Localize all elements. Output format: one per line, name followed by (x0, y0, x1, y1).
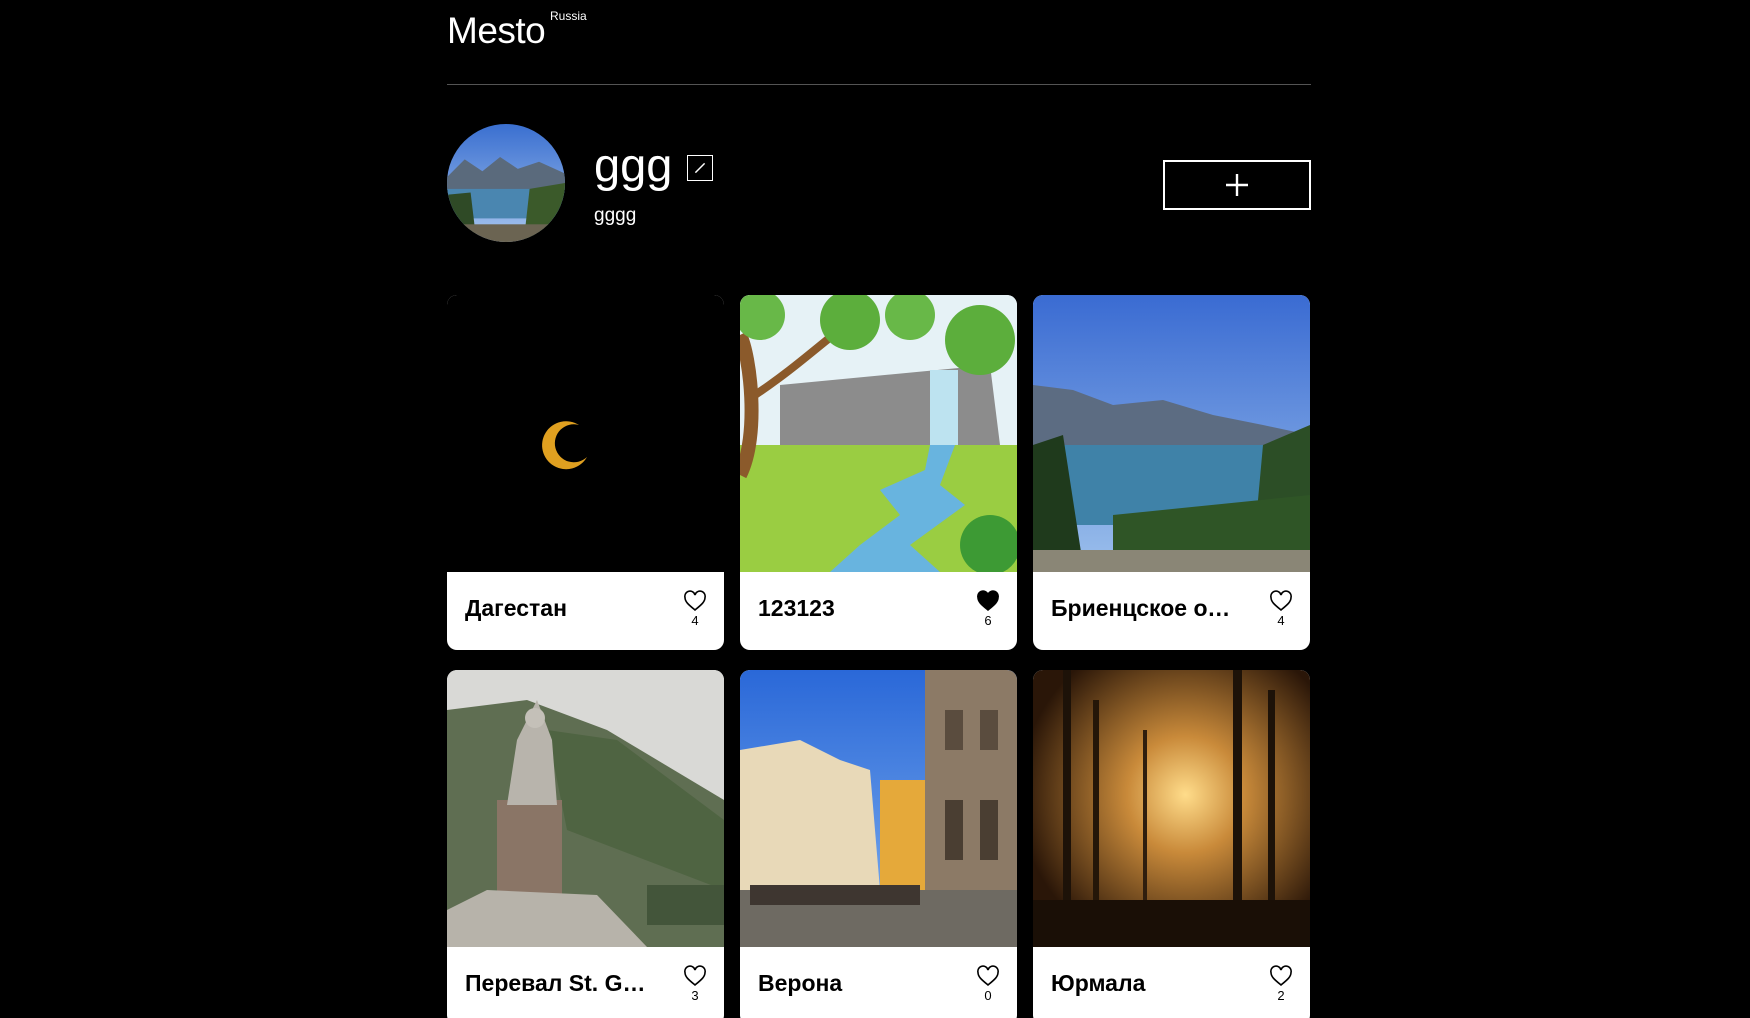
heart-outline-icon (1270, 590, 1292, 612)
like-button[interactable] (1269, 965, 1293, 987)
card: Перевал St. Gotthard 3 (447, 670, 724, 1018)
card: Бриенцское озеро 4 (1033, 295, 1310, 650)
card-image[interactable] (740, 295, 1017, 572)
like-group: 3 (682, 965, 708, 1003)
like-button[interactable] (683, 965, 707, 987)
like-button[interactable] (683, 590, 707, 612)
card-image[interactable] (1033, 295, 1310, 572)
like-button[interactable] (1269, 590, 1293, 612)
card-image[interactable] (740, 670, 1017, 947)
card: Юрмала 2 (1033, 670, 1310, 1018)
like-count: 2 (1277, 988, 1285, 1003)
card-image[interactable] (1033, 670, 1310, 947)
card: Верона 0 (740, 670, 1017, 1018)
profile: ggg gggg (447, 85, 1311, 295)
card-title: Бриенцское озеро (1051, 595, 1241, 621)
card-title: Юрмала (1051, 970, 1146, 996)
like-group: 0 (975, 965, 1001, 1003)
like-count: 3 (691, 988, 699, 1003)
add-card-button[interactable] (1163, 160, 1311, 210)
heart-outline-icon (684, 965, 706, 987)
like-count: 4 (1277, 613, 1285, 628)
like-button[interactable] (976, 590, 1000, 612)
like-group: 4 (682, 590, 708, 628)
card-title: Дагестан (465, 595, 567, 621)
like-group: 4 (1268, 590, 1294, 628)
logo[interactable]: Mesto (447, 10, 546, 52)
plus-icon (1226, 174, 1248, 196)
card-image[interactable] (447, 295, 724, 572)
like-count: 4 (691, 613, 699, 628)
avatar[interactable] (447, 124, 565, 242)
card: Дагестан 4 (447, 295, 724, 650)
card-image[interactable] (447, 670, 724, 947)
heart-outline-icon (977, 965, 999, 987)
page: Mesto Russia ggg gggg Дагестан 4 123123 … (447, 0, 1311, 1018)
edit-profile-button[interactable] (687, 155, 713, 181)
heart-outline-icon (684, 590, 706, 612)
header: Mesto Russia (447, 0, 1311, 85)
card: 123123 6 (740, 295, 1017, 650)
pencil-icon (694, 162, 706, 174)
like-count: 6 (984, 613, 992, 628)
like-count: 0 (984, 988, 992, 1003)
profile-about: gggg (594, 205, 637, 226)
heart-outline-icon (1270, 965, 1292, 987)
like-group: 6 (975, 590, 1001, 628)
card-title: 123123 (758, 595, 835, 621)
logo-superscript: Russia (550, 9, 587, 23)
heart-filled-icon (977, 590, 999, 612)
card-title: Верона (758, 970, 843, 996)
like-group: 2 (1268, 965, 1294, 1003)
cards-grid: Дагестан 4 123123 6 Бриенцское озеро 4 П… (447, 295, 1311, 1018)
card-title: Перевал St. Gotthard (465, 970, 655, 996)
like-button[interactable] (976, 965, 1000, 987)
profile-name: ggg (594, 138, 673, 191)
